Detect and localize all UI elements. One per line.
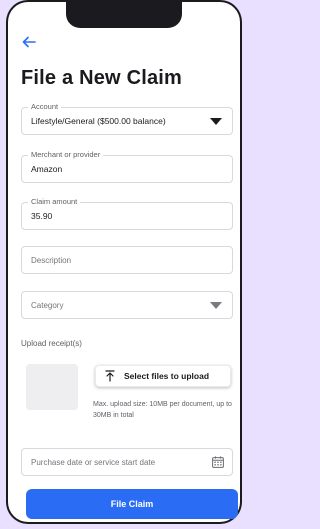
purchase-date-placeholder: Purchase date or service start date [31,458,156,467]
receipt-preview-placeholder [26,364,78,410]
claim-amount-field[interactable]: Claim amount 35.90 [21,197,233,230]
category-select[interactable]: Category [21,291,233,319]
file-claim-button[interactable]: File Claim [26,489,238,519]
back-arrow-icon[interactable] [21,34,37,50]
claim-amount-label: Claim amount [28,197,81,207]
upload-size-info: Max. upload size: 10MB per document, up … [93,401,232,419]
purchase-date-field[interactable]: Purchase date or service start date [21,448,233,476]
account-label: Account [28,102,62,112]
merchant-label: Merchant or provider [28,150,104,160]
merchant-value: Amazon [31,164,63,174]
upload-icon [105,370,115,382]
caret-down-icon [210,302,222,309]
caret-down-icon [210,118,222,125]
account-value: Lifestyle/General ($500.00 balance) [31,116,166,126]
phone-frame: File a New Claim Account Lifestyle/Gener… [6,0,242,524]
claim-form-screen: File a New Claim Account Lifestyle/Gener… [20,34,238,524]
category-placeholder: Category [31,301,64,310]
select-files-label: Select files to upload [124,371,210,381]
account-select[interactable]: Account Lifestyle/General ($500.00 balan… [21,102,233,135]
merchant-field[interactable]: Merchant or provider Amazon [21,150,233,183]
description-field[interactable]: Description [21,246,233,274]
description-placeholder: Description [31,256,72,265]
phone-notch [66,0,182,28]
select-files-button[interactable]: Select files to upload [95,365,231,387]
upload-receipts-label: Upload receipt(s) [21,339,82,348]
page-title: File a New Claim [21,67,183,89]
calendar-icon[interactable] [212,456,224,468]
claim-amount-value: 35.90 [31,211,53,221]
